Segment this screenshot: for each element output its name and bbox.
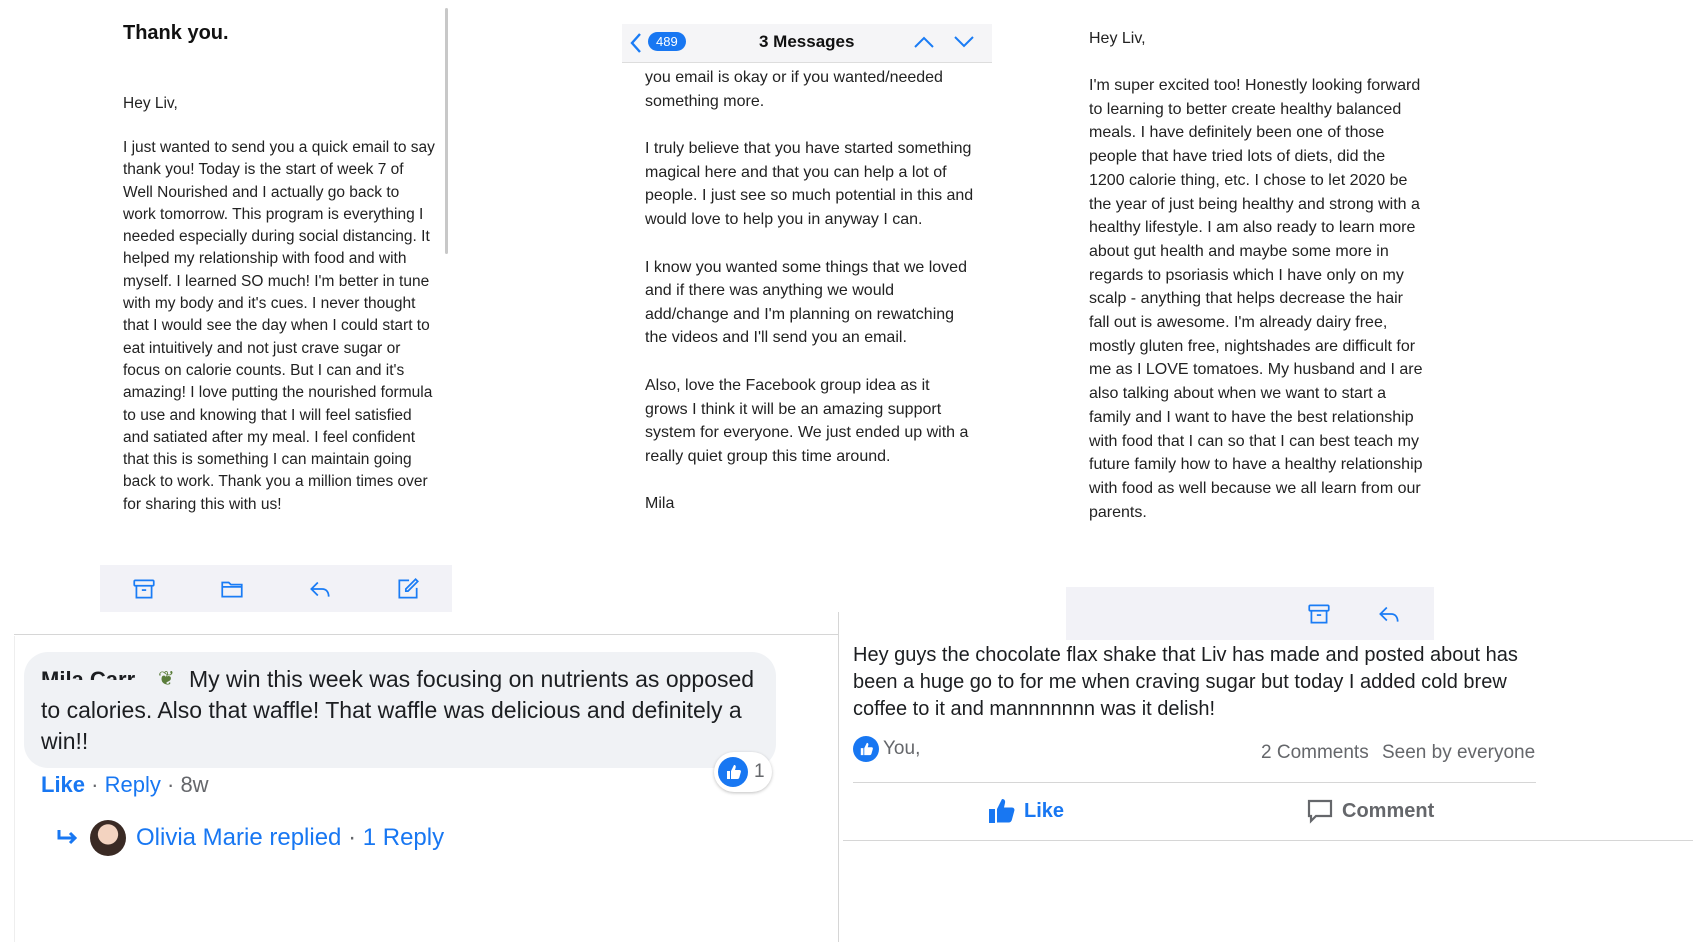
like-reaction-icon [718, 757, 748, 787]
reply-count[interactable]: 1 Reply [363, 824, 444, 852]
replies-row[interactable]: Olivia Marie replied · 1 Reply [56, 818, 444, 858]
email-thread-body: you email is okay or if you wanted/neede… [645, 66, 975, 538]
replied-text[interactable]: Olivia Marie replied [136, 824, 341, 852]
like-label: Like [1024, 799, 1065, 822]
reply-link[interactable]: Reply [105, 772, 161, 797]
thumbs-up-icon [989, 799, 1015, 823]
chevron-up-icon[interactable] [912, 33, 936, 51]
compose-icon[interactable] [395, 576, 421, 602]
comment-text: My win this week was focusing on nutrien… [41, 664, 756, 757]
email-panel-thank-you: Thank you. Hey Liv, I just wanted to sen… [100, 0, 452, 612]
divider [838, 612, 839, 942]
cropped-heading [395, 0, 1295, 8]
post-text: Hey guys the chocolate flax shake that L… [853, 644, 1518, 720]
separator-dot: · [166, 772, 181, 797]
reply-arrow-icon [57, 830, 78, 845]
thread-paragraph: I truly believe that you have started so… [645, 140, 974, 228]
email-subject: Thank you. [123, 22, 229, 44]
reply-icon[interactable] [1376, 601, 1402, 627]
scrollbar[interactable] [445, 8, 448, 254]
back-chevron-icon[interactable] [628, 31, 644, 55]
email-greeting-2: Hey Liv, [1089, 30, 1146, 47]
chevron-down-icon[interactable] [952, 33, 976, 51]
thread-paragraph: I know you wanted some things that we lo… [645, 258, 967, 347]
separator-dot: · [91, 772, 105, 797]
divider [843, 840, 1693, 841]
mail-nav-bar: 489 3 Messages [622, 24, 992, 63]
comment-age: 8w [180, 772, 209, 797]
unread-count-badge[interactable]: 489 [648, 32, 686, 51]
signature: Mila [645, 495, 675, 513]
email-greeting: Hey Liv, [123, 95, 178, 112]
seen-by: Seen by everyone [1381, 742, 1536, 763]
comment-bubble: Mila Carr.. ❦ My win this week was focus… [24, 652, 776, 768]
email-body-2: I'm super excited too! Honestly looking … [1089, 77, 1423, 521]
email-toolbar-2 [1066, 587, 1434, 640]
divider [853, 782, 1536, 783]
post-comment-button[interactable]: Comment [1306, 798, 1434, 824]
like-reaction-icon [853, 736, 879, 762]
folder-icon[interactable] [219, 576, 245, 602]
reactors-text[interactable]: You, [883, 738, 920, 760]
post-stats: 2 Comments Seen by everyone [1261, 742, 1535, 764]
thread-paragraph: Also, love the Facebook group idea as it… [645, 376, 969, 465]
reply-icon[interactable] [307, 576, 333, 602]
comments-count[interactable]: 2 Comments [1261, 742, 1369, 763]
post-like-button[interactable]: Like [988, 798, 1064, 824]
like-link[interactable]: Like [41, 772, 85, 797]
comment-text-content: My win this week was focusing on nutrien… [41, 666, 755, 754]
divider [14, 634, 838, 635]
email-toolbar [100, 565, 452, 612]
archive-icon[interactable] [1306, 601, 1332, 627]
avatar [90, 820, 126, 856]
comment-actions: Like · Reply · 8w [41, 772, 209, 798]
post-reactions: You, [853, 736, 920, 762]
reaction-count: 1 [754, 761, 765, 782]
archive-icon[interactable] [131, 576, 157, 602]
divider [14, 636, 15, 942]
thread-title: 3 Messages [759, 32, 855, 51]
separator-dot: · [341, 824, 363, 851]
email-body: I just wanted to send you a quick email … [123, 139, 435, 513]
comment-icon [1307, 799, 1333, 824]
reaction-pill[interactable]: 1 [714, 752, 772, 792]
thread-paragraph: you email is okay or if you wanted/neede… [645, 69, 943, 110]
comment-label: Comment [1342, 799, 1435, 822]
